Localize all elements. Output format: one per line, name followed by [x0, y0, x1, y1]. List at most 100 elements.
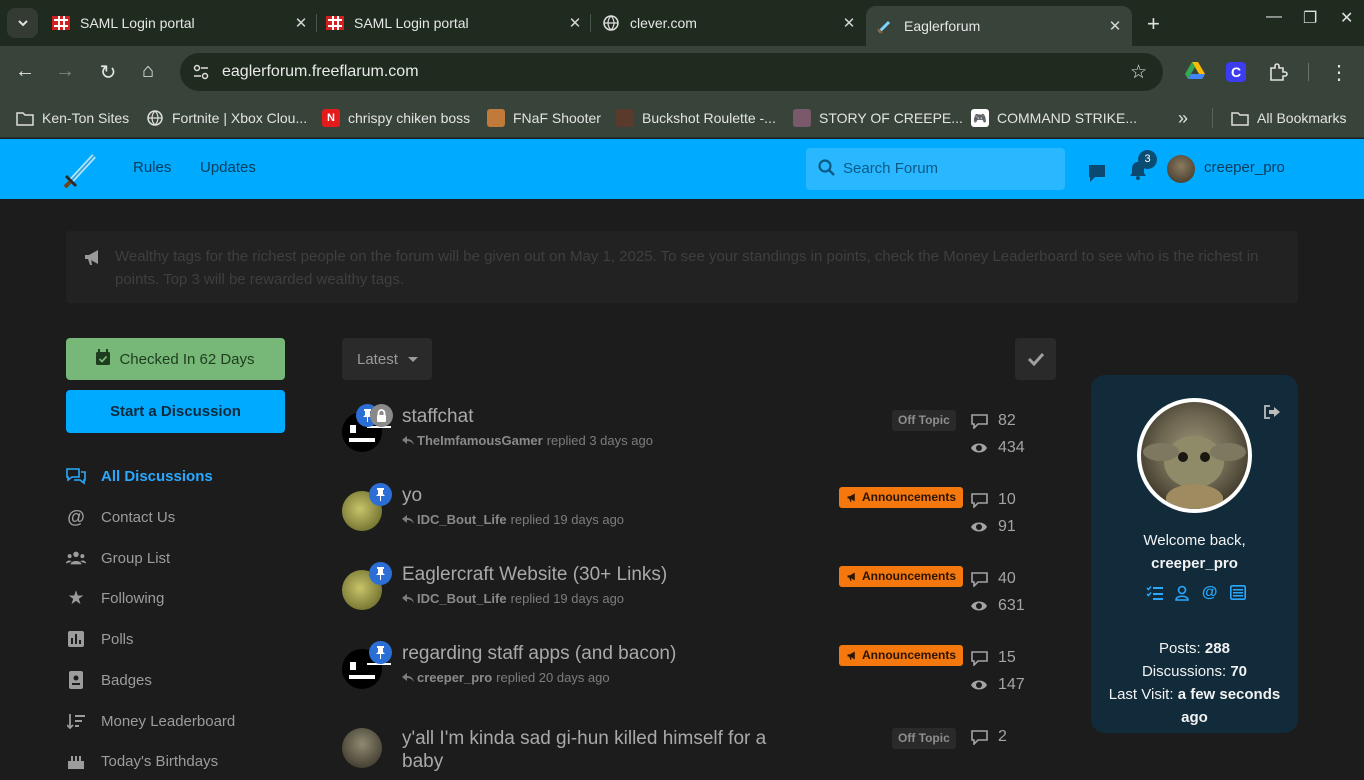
start-discussion-button[interactable]: Start a Discussion	[66, 390, 285, 433]
notification-count-badge: 3	[1138, 150, 1157, 169]
user-card-username[interactable]: creeper_pro	[1151, 555, 1238, 572]
google-drive-icon[interactable]	[1185, 62, 1205, 82]
browser-menu-icon[interactable]: ⋮	[1327, 60, 1351, 85]
tag-off-topic[interactable]: Off Topic	[892, 728, 956, 749]
discussion-title[interactable]: regarding staff apps (and bacon)	[402, 643, 676, 665]
sort-dropdown[interactable]: Latest	[342, 338, 432, 380]
tab-search-button[interactable]	[7, 8, 38, 38]
discussion-user[interactable]: IDC_Bout_Life	[417, 512, 507, 527]
discussion-item[interactable]: y'all I'm kinda sad gi-hun killed himsel…	[342, 720, 1056, 780]
reply-count-value: 15	[998, 649, 1016, 666]
discussion-meta: IDC_Bout_Life replied 19 days ago	[402, 591, 624, 606]
header-username[interactable]: creeper_pro	[1204, 159, 1285, 176]
view-count-value: 91	[998, 518, 1016, 535]
user-card: Welcome back, creeper_pro @ Posts: 288 D…	[1091, 375, 1298, 733]
tag-announcements[interactable]: Announcements	[839, 566, 964, 587]
messages-icon[interactable]	[1087, 163, 1107, 188]
tab-eaglerforum[interactable]: Eaglerforum ✕	[866, 6, 1132, 46]
bookmarks-bar: Ken-Ton Sites Fortnite | Xbox Clou... N …	[0, 98, 1364, 138]
bullhorn-icon	[847, 493, 855, 502]
address-bar[interactable]: eaglerforum.freeflarum.com ☆	[180, 53, 1163, 91]
discussion-user[interactable]: creeper_pro	[417, 670, 492, 685]
reload-icon[interactable]: ↻	[96, 60, 120, 85]
bookmark-star-icon[interactable]: ☆	[1130, 61, 1147, 84]
window-close-icon[interactable]: ✕	[1340, 8, 1353, 28]
logout-icon[interactable]	[1264, 405, 1281, 424]
discussion-user[interactable]: TheImfamousGamer	[417, 433, 543, 448]
last-visit-stat: Last Visit: a few seconds ago	[1101, 683, 1288, 729]
posts-stat: Posts: 288	[1101, 637, 1288, 660]
reply-count: 10	[970, 491, 1016, 509]
tab-title: SAML Login portal	[354, 15, 469, 31]
extensions-puzzle-icon[interactable]	[1268, 62, 1288, 82]
comment-icon	[970, 570, 988, 588]
sidebar-item-badges[interactable]: Badges	[66, 668, 152, 692]
at-icon[interactable]: @	[1202, 585, 1218, 606]
bookmark-creeper-story[interactable]: STORY OF CREEPE...	[793, 107, 963, 129]
bookmark-ken-ton[interactable]: Ken-Ton Sites	[16, 107, 129, 129]
discussion-title[interactable]: yo	[402, 485, 422, 507]
discussion-user[interactable]: IDC_Bout_Life	[417, 591, 507, 606]
sidebar-item-contact-us[interactable]: @ Contact Us	[66, 505, 175, 529]
discussion-item[interactable]: regarding staff apps (and bacon) creeper…	[342, 641, 1056, 701]
tag-announcements[interactable]: Announcements	[839, 487, 964, 508]
discussions-stat: Discussions: 70	[1101, 660, 1288, 683]
bookmark-fnaf[interactable]: FNaF Shooter	[487, 107, 601, 129]
eye-icon	[970, 597, 988, 615]
user-avatar[interactable]	[1167, 155, 1195, 183]
back-icon[interactable]: ←	[13, 60, 37, 83]
tab-close-icon[interactable]: ✕	[840, 14, 858, 32]
discussion-item[interactable]: Eaglercraft Website (30+ Links) IDC_Bout…	[342, 562, 1056, 622]
new-tab-icon[interactable]: +	[1147, 11, 1160, 37]
home-icon[interactable]: ⌂	[136, 60, 160, 83]
reply-count: 40	[970, 570, 1016, 588]
bookmark-command-strike[interactable]: 🎮 COMMAND STRIKE...	[971, 107, 1137, 129]
discussion-title[interactable]: staffchat	[402, 406, 473, 428]
search-input[interactable]: Search Forum	[806, 148, 1065, 190]
sidebar-item-money-leaderboard[interactable]: Money Leaderboard	[66, 709, 235, 733]
sidebar-item-group-list[interactable]: Group List	[66, 546, 170, 570]
reply-count: 2	[970, 728, 1007, 746]
tag-off-topic[interactable]: Off Topic	[892, 410, 956, 431]
bookmarks-overflow-icon[interactable]: »	[1178, 107, 1188, 129]
mark-all-read-button[interactable]	[1015, 338, 1056, 380]
checkin-button[interactable]: Checked In 62 Days	[66, 338, 285, 380]
reply-count-value: 40	[998, 570, 1016, 587]
forum-logo[interactable]	[62, 150, 102, 189]
list-alt-icon[interactable]	[1229, 585, 1246, 606]
tab-close-icon[interactable]: ✕	[1106, 17, 1124, 35]
tab-clever[interactable]: clever.com ✕	[602, 6, 858, 40]
tab-saml-2[interactable]: SAML Login portal ✕	[326, 6, 584, 40]
discussion-title[interactable]: y'all I'm kinda sad gi-hun killed himsel…	[402, 727, 782, 773]
bookmark-fortnite[interactable]: Fortnite | Xbox Clou...	[146, 107, 307, 129]
site-info-icon[interactable]	[192, 63, 210, 81]
bookmark-chrispy[interactable]: N chrispy chiken boss	[322, 107, 470, 129]
search-icon	[818, 159, 836, 177]
sidebar-item-following[interactable]: ★ Following	[66, 586, 164, 610]
tab-close-icon[interactable]: ✕	[292, 14, 310, 32]
sidebar-item-todays-birthdays[interactable]: Today's Birthdays	[66, 749, 218, 773]
tag-announcements[interactable]: Announcements	[839, 645, 964, 666]
nav-rules-link[interactable]: Rules	[133, 159, 171, 176]
author-avatar[interactable]	[342, 728, 382, 768]
restore-icon[interactable]: ❐	[1303, 8, 1317, 28]
sidebar-item-all-discussions[interactable]: All Discussions	[66, 464, 213, 488]
tasks-icon[interactable]	[1146, 585, 1163, 606]
bookmark-buckshot[interactable]: Buckshot Roulette -...	[616, 107, 776, 129]
discussion-item[interactable]: yo IDC_Bout_Life replied 19 days ago Ann…	[342, 483, 1056, 543]
user-card-avatar[interactable]	[1137, 398, 1252, 513]
tab-saml-1[interactable]: SAML Login portal ✕	[52, 6, 310, 40]
nav-updates-link[interactable]: Updates	[200, 159, 256, 176]
sidebar-item-polls[interactable]: Polls	[66, 627, 134, 651]
creeper-story-icon	[793, 109, 811, 127]
forward-icon[interactable]: →	[53, 60, 77, 83]
extension-c-icon[interactable]: C	[1226, 62, 1246, 82]
discussion-title[interactable]: Eaglercraft Website (30+ Links)	[402, 564, 667, 586]
user-icon[interactable]	[1175, 585, 1190, 606]
discussion-item[interactable]: staffchat TheImfamousGamer replied 3 day…	[342, 404, 1056, 464]
all-bookmarks[interactable]: All Bookmarks	[1231, 107, 1346, 129]
tab-close-icon[interactable]: ✕	[566, 14, 584, 32]
site-header: Rules Updates Search Forum 3 creeper_pro	[0, 139, 1364, 199]
reply-icon	[402, 514, 414, 524]
minimize-icon[interactable]: —	[1266, 8, 1282, 26]
